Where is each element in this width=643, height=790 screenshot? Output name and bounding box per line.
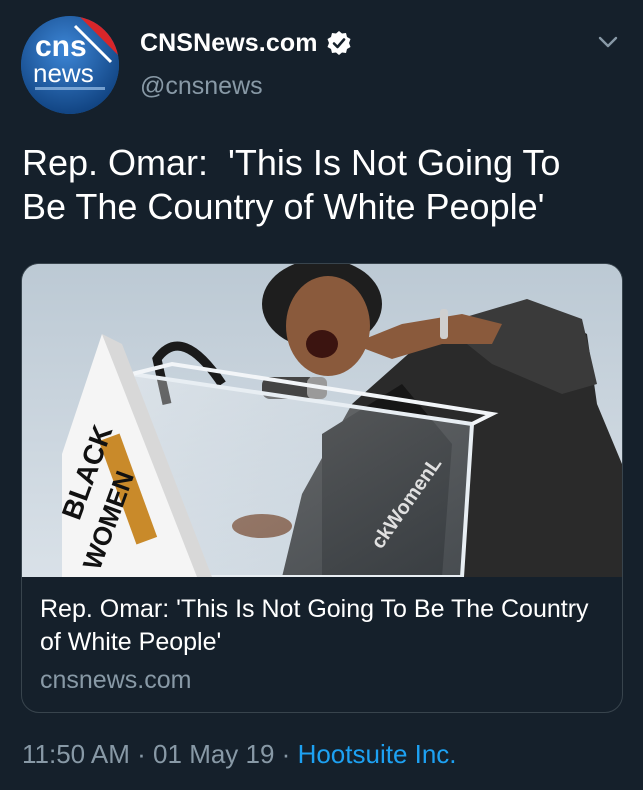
avatar[interactable]: cns news — [21, 16, 119, 114]
verified-badge-icon — [326, 30, 352, 56]
tweet-time[interactable]: 11:50 AM — [22, 739, 130, 769]
card-title[interactable]: Rep. Omar: 'This Is Not Going To Be The … — [40, 593, 600, 659]
card-body[interactable]: Rep. Omar: 'This Is Not Going To Be The … — [22, 577, 622, 712]
cnsnews-logo-icon: cns news — [21, 16, 119, 114]
separator: · — [129, 739, 154, 769]
separator: · — [274, 739, 298, 769]
chevron-down-icon[interactable] — [596, 30, 620, 54]
display-name[interactable]: CNSNews.com — [140, 29, 318, 58]
author-name-row[interactable]: CNSNews.com — [140, 26, 352, 60]
tweet-header: cns news CNSNews.com @cnsnews — [0, 0, 643, 120]
link-card[interactable]: BLACK WOMEN ckWomenL Rep. Omar: 'This Is… — [21, 263, 623, 713]
tweet-text: Rep. Omar: 'This Is Not Going To Be The … — [22, 142, 561, 227]
card-image[interactable]: BLACK WOMEN ckWomenL — [22, 264, 622, 577]
author-handle[interactable]: @cnsnews — [140, 72, 263, 101]
tweet-date[interactable]: 01 May 19 — [153, 739, 274, 769]
svg-text:news: news — [33, 58, 94, 88]
tweet-metadata: 11:50 AM · 01 May 19 · Hootsuite Inc. — [22, 739, 457, 770]
tweet-source-link[interactable]: Hootsuite Inc. — [298, 739, 457, 769]
card-domain: cnsnews.com — [40, 666, 192, 694]
